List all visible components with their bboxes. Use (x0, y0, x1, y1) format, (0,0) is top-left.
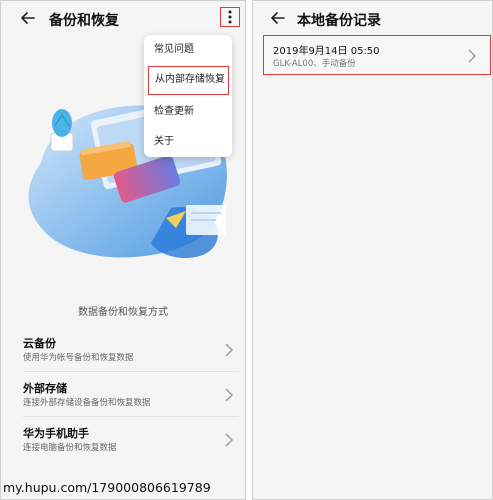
chevron-right-icon (225, 342, 233, 361)
more-vertical-icon (228, 10, 232, 24)
top-bar: 备份和恢复 (1, 1, 245, 37)
page-title: 备份和恢复 (49, 13, 119, 29)
overflow-menu: 常见问题 从内部存储恢复 检查更新 关于 (144, 35, 232, 157)
option-subtitle: 连接外部存储设备备份和恢复数据 (23, 398, 151, 408)
divider (23, 416, 239, 417)
more-options-button[interactable] (220, 7, 240, 27)
option-title: 华为手机助手 (23, 427, 89, 440)
chevron-right-icon (225, 387, 233, 406)
page-title: 本地备份记录 (297, 13, 381, 29)
menu-item-about[interactable]: 关于 (144, 127, 232, 157)
section-title: 数据备份和恢复方式 (78, 307, 168, 318)
option-cloud-backup[interactable]: 云备份 使用华为帐号备份和恢复数据 (17, 329, 239, 371)
record-details: GLK-AL00、手动备份 (273, 59, 356, 69)
backup-restore-screen: 备份和恢复 常见问题 从内部存储恢复 检查更新 关于 数据备份和恢复方式 云备份… (0, 0, 246, 500)
option-hisuite[interactable]: 华为手机助手 连接电脑备份和恢复数据 (17, 419, 239, 461)
menu-item-check-update[interactable]: 检查更新 (144, 97, 232, 127)
chevron-right-icon (468, 48, 476, 67)
option-subtitle: 使用华为帐号备份和恢复数据 (23, 353, 134, 363)
option-subtitle: 连接电脑备份和恢复数据 (23, 443, 117, 453)
backup-record-item[interactable]: 2019年9月14日 05:50 GLK-AL00、手动备份 (263, 35, 491, 75)
divider (23, 371, 239, 372)
local-backup-records-screen: 本地备份记录 2019年9月14日 05:50 GLK-AL00、手动备份 (252, 0, 493, 500)
back-arrow-icon[interactable] (19, 9, 37, 27)
top-bar: 本地备份记录 (253, 1, 492, 37)
record-datetime: 2019年9月14日 05:50 (273, 46, 380, 57)
menu-item-restore-internal[interactable]: 从内部存储恢复 (148, 66, 229, 95)
back-arrow-icon[interactable] (269, 9, 287, 27)
chevron-right-icon (225, 432, 233, 451)
menu-item-faq[interactable]: 常见问题 (144, 35, 232, 65)
watermark-text: my.hupu.com/179000806619789 (3, 480, 211, 495)
option-external-storage[interactable]: 外部存储 连接外部存储设备备份和恢复数据 (17, 374, 239, 416)
option-title: 云备份 (23, 337, 56, 350)
option-title: 外部存储 (23, 382, 67, 395)
